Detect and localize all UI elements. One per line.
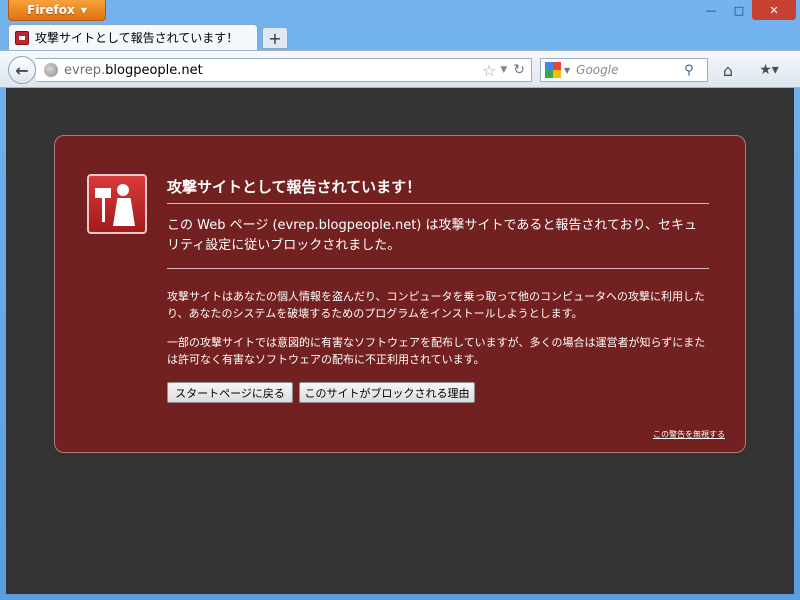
back-arrow-icon: ←: [15, 60, 29, 80]
url-bar[interactable]: evrep.blogpeople.net ☆ ▼ ↻: [36, 58, 532, 82]
page-content: 攻撃サイトとして報告されています！ この Web ページ (evrep.blog…: [6, 88, 794, 594]
google-engine-icon[interactable]: [545, 62, 561, 78]
description-paragraph-2: 一部の攻撃サイトでは意図的に有害なソフトウェアを配布していますが、多くの場合は運…: [167, 336, 706, 366]
bookmark-star-icon[interactable]: ☆: [482, 61, 496, 80]
url-text[interactable]: evrep.blogpeople.net: [64, 63, 482, 78]
search-input[interactable]: [574, 62, 683, 78]
error-panel: 攻撃サイトとして報告されています！ この Web ページ (evrep.blog…: [54, 135, 746, 453]
lead-text: この Web ページ (evrep.blogpeople.net) は攻撃サイト…: [167, 216, 709, 269]
globe-icon: [44, 63, 58, 77]
get-me-out-button[interactable]: スタートページに戻る: [167, 382, 293, 403]
maximize-button[interactable]: □: [726, 0, 752, 20]
ignore-warning-link[interactable]: この警告を無視する: [653, 429, 725, 440]
reload-icon[interactable]: ↻: [513, 62, 525, 78]
navigation-toolbar: ← evrep.blogpeople.net ☆ ▼ ↻ ▼ ⚲ ⌂ ★▾: [0, 50, 800, 88]
firefox-menu-label: Firefox: [27, 3, 75, 17]
block-site-icon: [15, 30, 29, 45]
url-prefix: evrep.: [64, 62, 106, 78]
chevron-down-icon: ▼: [80, 5, 87, 15]
search-engine-dropdown-icon[interactable]: ▼: [564, 66, 570, 75]
url-history-dropdown-icon[interactable]: ▼: [500, 65, 507, 75]
search-bar[interactable]: ▼ ⚲: [540, 58, 708, 82]
bookmarks-icon: ★▾: [759, 62, 779, 78]
page-title: 攻撃サイトとして報告されています！: [167, 176, 709, 204]
url-host: blogpeople.net: [105, 62, 203, 78]
back-button[interactable]: ←: [8, 56, 36, 84]
attack-site-warning-icon: [87, 174, 147, 234]
bookmarks-menu-button[interactable]: ★▾: [752, 59, 786, 81]
search-icon[interactable]: ⚲: [684, 63, 694, 78]
firefox-menu-button[interactable]: Firefox ▼: [8, 0, 106, 21]
new-tab-button[interactable]: +: [262, 27, 288, 49]
tab-title: 攻撃サイトとして報告されています！: [35, 31, 239, 45]
description-paragraph-1: 攻撃サイトはあなたの個人情報を盗んだり、コンピュータを乗っ取って他のコンピュータ…: [167, 290, 706, 320]
tab-reported-attack-site[interactable]: 攻撃サイトとして報告されています！: [8, 24, 258, 50]
why-blocked-button[interactable]: このサイトがブロックされる理由: [299, 382, 475, 403]
home-button[interactable]: ⌂: [716, 59, 740, 81]
close-button[interactable]: ✕: [752, 0, 796, 20]
home-icon: ⌂: [722, 60, 734, 80]
browser-window: Firefox ▼ — □ ✕ 攻撃サイトとして報告されています！ + ← ev…: [0, 0, 800, 600]
minimize-button[interactable]: —: [698, 0, 724, 20]
